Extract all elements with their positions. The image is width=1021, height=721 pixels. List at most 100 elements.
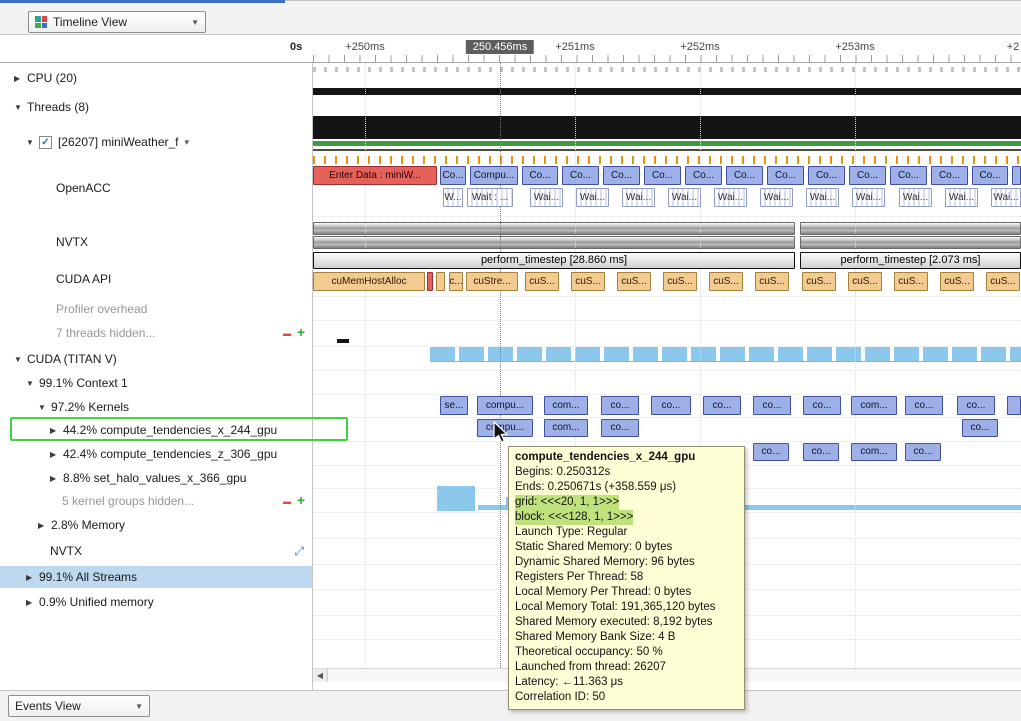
- kernels-all-event[interactable]: co...: [957, 396, 995, 415]
- sidebar-row-openacc[interactable]: OpenACC: [0, 177, 312, 199]
- sidebar-row-cuda-api[interactable]: CUDA API: [0, 268, 312, 290]
- chevron-down-icon[interactable]: ▼: [26, 138, 39, 147]
- cuda-api-event[interactable]: cuS...: [571, 272, 605, 291]
- openacc-wait-event[interactable]: W...: [443, 188, 463, 207]
- nvtx-range-band-2b[interactable]: [800, 236, 1021, 249]
- kernels-all-event[interactable]: se...: [440, 396, 468, 415]
- sidebar-row-threads-hidden[interactable]: 7 threads hidden...▬+: [0, 322, 312, 344]
- cuda-api-event[interactable]: cuS...: [525, 272, 559, 291]
- sidebar-row-kernel-groups-hidden[interactable]: 5 kernel groups hidden...▬+: [0, 490, 312, 512]
- sidebar-row-profiler-overhead[interactable]: Profiler overhead: [0, 298, 312, 320]
- cuda-api-event[interactable]: cuS...: [663, 272, 697, 291]
- nvtx-range-band-2a[interactable]: [313, 236, 795, 249]
- sidebar-row-threads[interactable]: ▼Threads (8): [0, 96, 312, 118]
- openacc-work-event[interactable]: Co...: [890, 166, 927, 185]
- ruler[interactable]: 0s 250.456ms +250ms+251ms+252ms+253ms+2: [0, 35, 1021, 63]
- kernel-tendencies-z-event[interactable]: com...: [851, 443, 897, 461]
- openacc-wait-event[interactable]: Wai...: [945, 188, 978, 207]
- kernels-all-event[interactable]: co...: [905, 396, 943, 415]
- chevron-down-icon[interactable]: ▼: [14, 103, 27, 112]
- thread-activity-band-1[interactable]: [313, 88, 1021, 95]
- hidden-threads-mark[interactable]: [337, 339, 349, 343]
- kernel-tendencies-z-event[interactable]: co...: [803, 443, 839, 461]
- chevron-right-icon[interactable]: ▶: [50, 450, 63, 459]
- events-view-dropdown[interactable]: Events View ▼: [8, 695, 150, 717]
- kernels-all-event[interactable]: co...: [601, 396, 639, 415]
- sidebar-row-all-streams[interactable]: ▶99.1% All Streams: [0, 566, 312, 588]
- chevron-down-icon[interactable]: ▼: [38, 403, 51, 412]
- kernels-all-event[interactable]: co...: [703, 396, 741, 415]
- chevron-down-icon[interactable]: ▼: [14, 355, 27, 364]
- cuda-api-event[interactable]: cuS...: [940, 272, 974, 291]
- chevron-right-icon[interactable]: ▶: [50, 474, 63, 483]
- openacc-wait-event[interactable]: Wai...: [991, 188, 1021, 207]
- openacc-wait-event[interactable]: Wai...: [852, 188, 885, 207]
- cuda-api-event[interactable]: [427, 272, 433, 291]
- sidebar-row-context-1[interactable]: ▼99.1% Context 1: [0, 372, 312, 394]
- chevron-right-icon[interactable]: ▶: [26, 598, 39, 607]
- remove-row-icon[interactable]: ▬: [283, 329, 291, 338]
- cuda-api-event[interactable]: cuStre...: [466, 272, 518, 291]
- memory-transfer-burst[interactable]: [437, 486, 475, 511]
- openacc-wait-event[interactable]: Wai...: [668, 188, 701, 207]
- openacc-wait-event[interactable]: Wai...: [806, 188, 839, 207]
- kernels-all-event[interactable]: co...: [803, 396, 841, 415]
- chevron-right-icon[interactable]: ▶: [26, 573, 39, 582]
- sidebar-row-unified-memory[interactable]: ▶0.9% Unified memory: [0, 591, 312, 613]
- sidebar-row-nvtx[interactable]: NVTX: [0, 231, 312, 253]
- openacc-wait-event[interactable]: Wai...: [576, 188, 609, 207]
- thread-activity-band-2[interactable]: [313, 116, 1021, 139]
- row-checkbox[interactable]: ✓: [39, 136, 52, 149]
- kernel-tendencies-x-event[interactable]: co...: [962, 419, 998, 437]
- kernels-all-event[interactable]: co...: [651, 396, 691, 415]
- openacc-work-event[interactable]: Co...: [808, 166, 845, 185]
- timeline-view-dropdown[interactable]: Timeline View ▼: [28, 11, 206, 33]
- chevron-right-icon[interactable]: ▶: [14, 74, 27, 83]
- openacc-work-event[interactable]: [1012, 166, 1021, 185]
- openacc-work-event[interactable]: Co...: [726, 166, 763, 185]
- remove-row-icon[interactable]: ▬: [283, 497, 291, 506]
- sidebar-row-kernels[interactable]: ▼97.2% Kernels: [0, 396, 312, 418]
- cuda-api-event[interactable]: cuS...: [848, 272, 882, 291]
- openacc-work-event[interactable]: Co...: [931, 166, 968, 185]
- cuda-api-event[interactable]: cuS...: [894, 272, 928, 291]
- splitter[interactable]: [312, 35, 313, 690]
- cuda-api-event[interactable]: cuMemHostAlloc: [313, 272, 425, 291]
- cuda-api-event[interactable]: cuS...: [755, 272, 789, 291]
- openacc-wait-event[interactable]: Wai...: [622, 188, 655, 207]
- openacc-work-event[interactable]: Compu...: [470, 166, 518, 185]
- sidebar-row-cuda-titan-v[interactable]: ▼CUDA (TITAN V): [0, 348, 312, 370]
- openacc-wait-event[interactable]: Wai...: [714, 188, 747, 207]
- openacc-wait-event[interactable]: Wai...: [899, 188, 932, 207]
- cuda-api-event[interactable]: [436, 272, 445, 291]
- openacc-work-event[interactable]: Co...: [849, 166, 886, 185]
- openacc-wait-event[interactable]: Wai...: [760, 188, 793, 207]
- sidebar-row-process-miniweather[interactable]: ▼✓[26207] miniWeather_f▾: [0, 131, 312, 153]
- nvtx-range-band-1a[interactable]: [313, 222, 795, 235]
- chevron-down-icon[interactable]: ▼: [26, 379, 39, 388]
- cuda-api-event[interactable]: c...: [449, 272, 463, 291]
- cuda-api-event[interactable]: cuS...: [986, 272, 1020, 291]
- openacc-work-event[interactable]: Co...: [522, 166, 558, 185]
- openacc-work-event[interactable]: Enter Data : miniW...: [313, 166, 437, 185]
- openacc-wait-event[interactable]: Wai...: [530, 188, 563, 207]
- kernel-tendencies-z-event[interactable]: co...: [753, 443, 789, 461]
- kernel-tendencies-x-event[interactable]: com...: [544, 419, 588, 437]
- kernels-all-event[interactable]: co...: [753, 396, 791, 415]
- kernels-all-event[interactable]: compu...: [477, 396, 533, 415]
- openacc-work-event[interactable]: Co...: [767, 166, 804, 185]
- cuda-api-event[interactable]: cuS...: [617, 272, 651, 291]
- chevron-down-icon[interactable]: ▾: [185, 137, 190, 148]
- sidebar-row-cpu[interactable]: ▶CPU (20): [0, 67, 312, 89]
- sidebar-row-set-halo-values-x[interactable]: ▶8.8% set_halo_values_x_366_gpu: [0, 467, 312, 489]
- openacc-work-event[interactable]: Co...: [644, 166, 681, 185]
- nvtx-range-band-1b[interactable]: [800, 222, 1021, 235]
- openacc-work-event[interactable]: Co...: [603, 166, 640, 185]
- kernel-tendencies-z-event[interactable]: co...: [905, 443, 941, 461]
- kernels-all-event[interactable]: com...: [851, 396, 897, 415]
- restore-row-icon[interactable]: +: [297, 492, 305, 508]
- gpu-activity-band[interactable]: [430, 347, 1021, 362]
- nvtx-range-event[interactable]: perform_timestep [2.073 ms]: [800, 252, 1021, 269]
- scroll-left-icon[interactable]: ◀: [313, 669, 328, 682]
- kernels-all-event[interactable]: [1007, 396, 1021, 415]
